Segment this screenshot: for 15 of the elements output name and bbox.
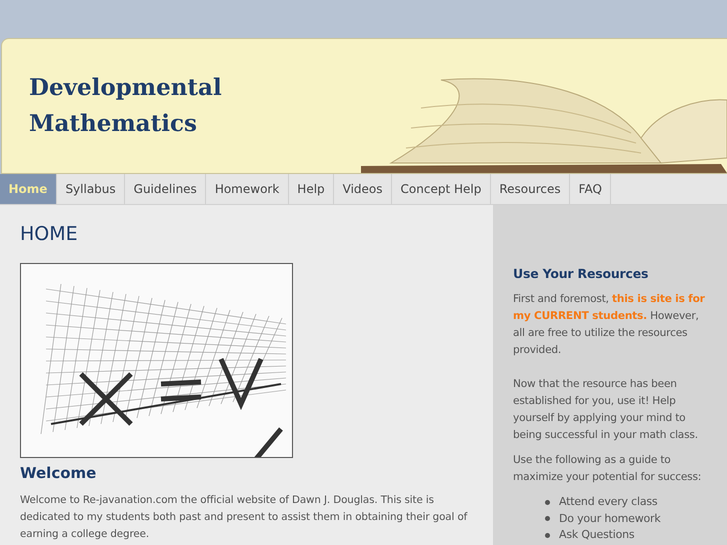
welcome-paragraph: Welcome to Re-javanation.com the official website of Dawn J. Douglas. This site is dedicated to my students both past and present to assist them in obtaining their goal of earning a college degree. [20, 493, 468, 542]
site-title: Developmental [29, 73, 222, 103]
bullet-icon [545, 532, 550, 538]
list-item: Attend every class [559, 494, 658, 510]
sidebar-paragraph: Use the following as a guide to maximize your potential for success: [513, 453, 702, 485]
list-item: Do your homework [559, 510, 661, 526]
site-title: Mathematics [29, 109, 198, 139]
sidebar-paragraph: First and foremost, this is site is for my CURRENT students. However, all are free to utilize the resources provided. [513, 292, 706, 358]
page-title: HOME [20, 223, 79, 245]
section-heading: Welcome [20, 464, 98, 482]
sidebar-paragraph: Now that the resource has been established for you, use it! Help yourself by applying your mind to being successful in your math class. [513, 377, 699, 443]
list-item: Ask Questions [559, 527, 634, 543]
bullet-icon [545, 516, 550, 522]
bullet-icon [545, 500, 550, 505]
sidebar-heading: Use Your Resources [513, 265, 650, 282]
